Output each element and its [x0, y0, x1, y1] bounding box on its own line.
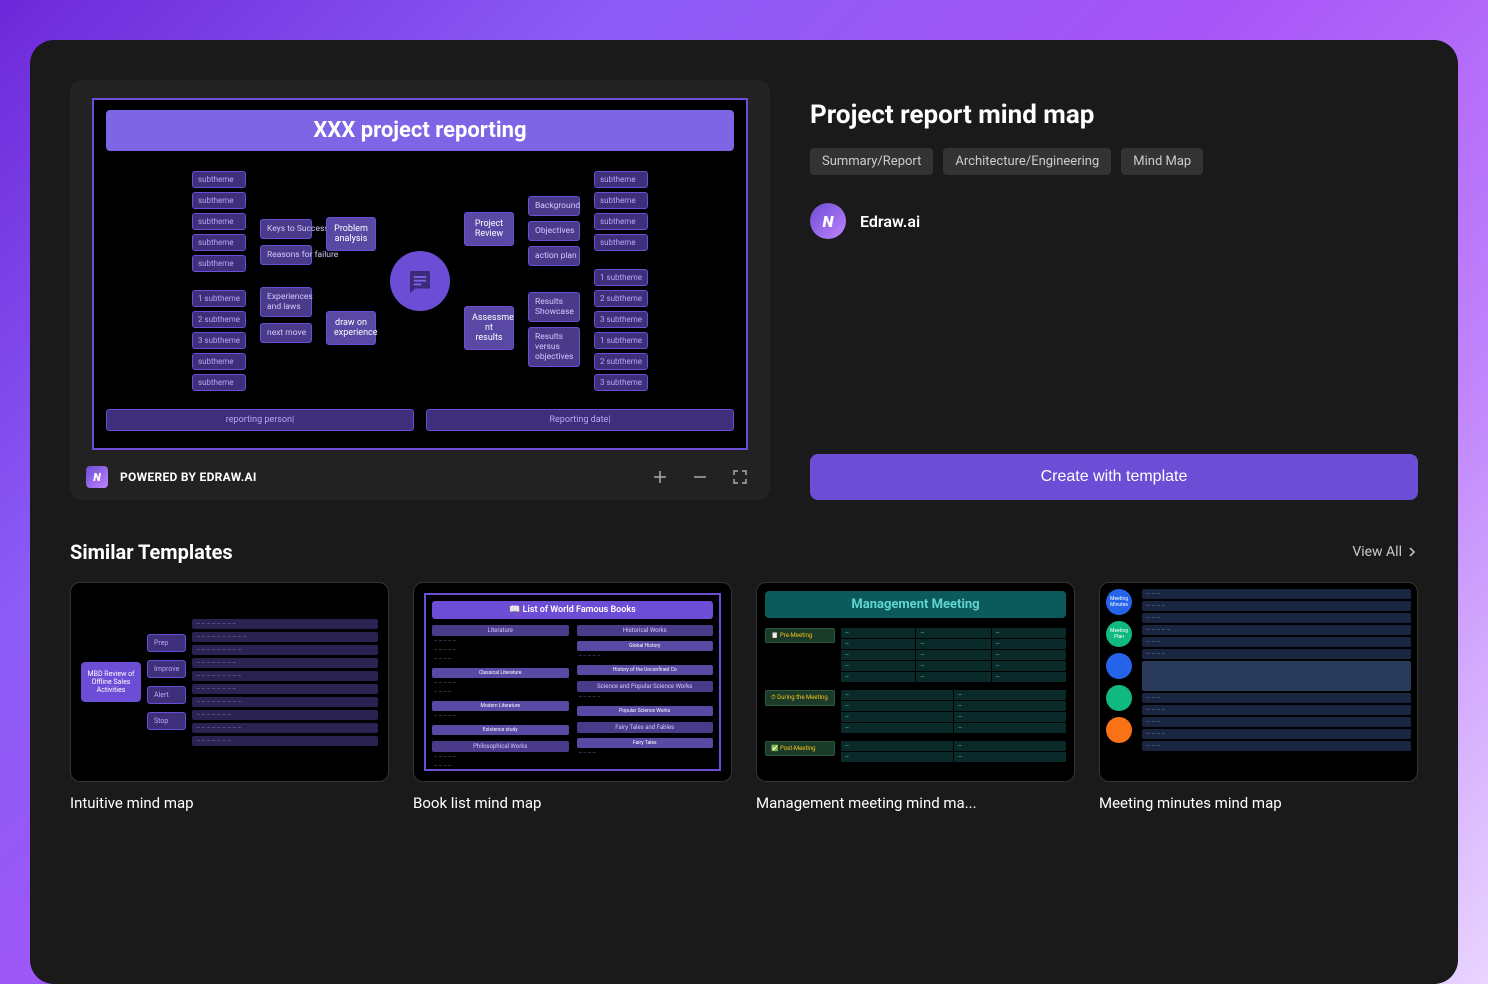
create-with-template-button[interactable]: Create with template [810, 454, 1418, 500]
tag[interactable]: Architecture/Engineering [943, 148, 1111, 175]
thumb-node: Alert [147, 686, 186, 704]
mm-node: 3 subtheme [192, 332, 246, 349]
view-all-link[interactable]: View All [1352, 544, 1418, 560]
mm-right-subthemes: subtheme subtheme subtheme subtheme 1 su… [594, 171, 648, 391]
template-info-panel: Project report mind map Summary/Report A… [810, 80, 1418, 500]
template-card[interactable]: Meeting Minutes Meeting Plan — — — — — —… [1099, 582, 1418, 812]
mm-node: Assessme nt results [464, 306, 514, 350]
mm-node: Experiences and laws [260, 287, 312, 317]
template-tags: Summary/Report Architecture/Engineering … [810, 148, 1418, 175]
thumb2-title: 📖 List of World Famous Books [432, 601, 713, 619]
similar-templates-grid: MBD Review of Offline Sales Activities P… [70, 582, 1418, 812]
mm-node: 2 subtheme [594, 353, 648, 370]
mm-node: 3 subtheme [594, 374, 648, 391]
tag[interactable]: Mind Map [1121, 148, 1203, 175]
mm-node: Background [528, 196, 580, 216]
preview-toolbar: N POWERED BY EDRAW.AI [70, 454, 770, 500]
mm-node: next move [260, 323, 312, 343]
mm-node: subtheme [594, 171, 648, 188]
mm-node: subtheme [594, 213, 648, 230]
author-name: Edraw.ai [860, 212, 920, 231]
mindmap-preview: XXX project reporting subtheme subtheme … [92, 98, 748, 450]
chevron-right-icon [1406, 546, 1418, 558]
mm-node: action plan [528, 246, 580, 266]
edraw-logo-icon: N [86, 466, 108, 488]
template-thumbnail: Meeting Minutes Meeting Plan — — — — — —… [1099, 582, 1418, 782]
author-row: N Edraw.ai [810, 203, 1418, 239]
mm-node: subtheme [192, 192, 246, 209]
mm-node: Objectives [528, 221, 580, 241]
mm-right-mid: Background Objectives action plan Result… [528, 196, 580, 367]
mm-node: subtheme [192, 234, 246, 251]
mm-node: 3 subtheme [594, 311, 648, 328]
mm-node: draw on experience [326, 311, 376, 345]
mm-left-subthemes: subtheme subtheme subtheme subtheme subt… [192, 171, 246, 391]
mm-node: 1 subtheme [594, 269, 648, 286]
template-thumbnail: 📖 List of World Famous Books Literature … [413, 582, 732, 782]
thumb-node: Stop [147, 712, 186, 730]
mm-right-main: Project Review Assessme nt results [464, 212, 514, 350]
mm-node: 2 subtheme [192, 311, 246, 328]
similar-templates-title: Similar Templates [70, 540, 233, 564]
mindmap-footer: reporting person| Reporting date| [106, 409, 734, 431]
mm-node: subtheme [192, 374, 246, 391]
mm-node: Problem analysis [326, 217, 376, 251]
mm-node: subtheme [192, 353, 246, 370]
mm-node: Keys to Success [260, 219, 312, 239]
mm-node: Results Showcase [528, 292, 580, 322]
top-section: XXX project reporting subtheme subtheme … [70, 80, 1418, 500]
template-card-label: Meeting minutes mind map [1099, 794, 1418, 812]
plus-icon [652, 469, 668, 485]
mm-node: Results versus objectives [528, 327, 580, 367]
zoom-out-button[interactable] [686, 463, 714, 491]
template-thumbnail: Management Meeting 📋 Pre-Meeting ——— ———… [756, 582, 1075, 782]
template-thumbnail: MBD Review of Offline Sales Activities P… [70, 582, 389, 782]
mm-node: Project Review [464, 212, 514, 246]
mm-node: 1 subtheme [594, 332, 648, 349]
mm-left-mid: Keys to Success Reasons for failure Expe… [260, 219, 312, 343]
template-card[interactable]: Management Meeting 📋 Pre-Meeting ——— ———… [756, 582, 1075, 812]
mm-node: Reasons for failure [260, 245, 312, 265]
template-title: Project report mind map [810, 100, 1418, 130]
minus-icon [692, 469, 708, 485]
mm-node: subtheme [192, 213, 246, 230]
mm-node: subtheme [594, 234, 648, 251]
author-avatar: N [810, 203, 846, 239]
template-preview-panel: XXX project reporting subtheme subtheme … [70, 80, 770, 500]
mm-node: subtheme [192, 255, 246, 272]
mm-node: 1 subtheme [192, 290, 246, 307]
zoom-in-button[interactable] [646, 463, 674, 491]
app-window: XXX project reporting subtheme subtheme … [30, 40, 1458, 984]
fullscreen-button[interactable] [726, 463, 754, 491]
template-card-label: Management meeting mind ma... [756, 794, 1075, 812]
mm-node: subtheme [192, 171, 246, 188]
thumb-node: Prep [147, 634, 186, 652]
expand-icon [732, 469, 748, 485]
template-card-label: Intuitive mind map [70, 794, 389, 812]
mm-footer-date: Reporting date| [426, 409, 734, 431]
view-all-label: View All [1352, 544, 1402, 560]
thumb-node: Improve [147, 660, 186, 678]
template-card[interactable]: MBD Review of Offline Sales Activities P… [70, 582, 389, 812]
tag[interactable]: Summary/Report [810, 148, 933, 175]
mindmap-center-icon [390, 251, 450, 311]
template-card-label: Book list mind map [413, 794, 732, 812]
thumb3-title: Management Meeting [765, 591, 1066, 618]
mm-footer-person: reporting person| [106, 409, 414, 431]
powered-by-label: POWERED BY EDRAW.AI [120, 470, 257, 484]
template-card[interactable]: 📖 List of World Famous Books Literature … [413, 582, 732, 812]
mindmap-body: subtheme subtheme subtheme subtheme subt… [106, 161, 734, 401]
mm-node: subtheme [594, 192, 648, 209]
thumb1-center: MBD Review of Offline Sales Activities [81, 662, 141, 702]
similar-templates-header: Similar Templates View All [70, 540, 1418, 564]
mm-node: 2 subtheme [594, 290, 648, 307]
mm-left-main: Problem analysis draw on experience [326, 217, 376, 345]
mindmap-title: XXX project reporting [106, 110, 734, 151]
